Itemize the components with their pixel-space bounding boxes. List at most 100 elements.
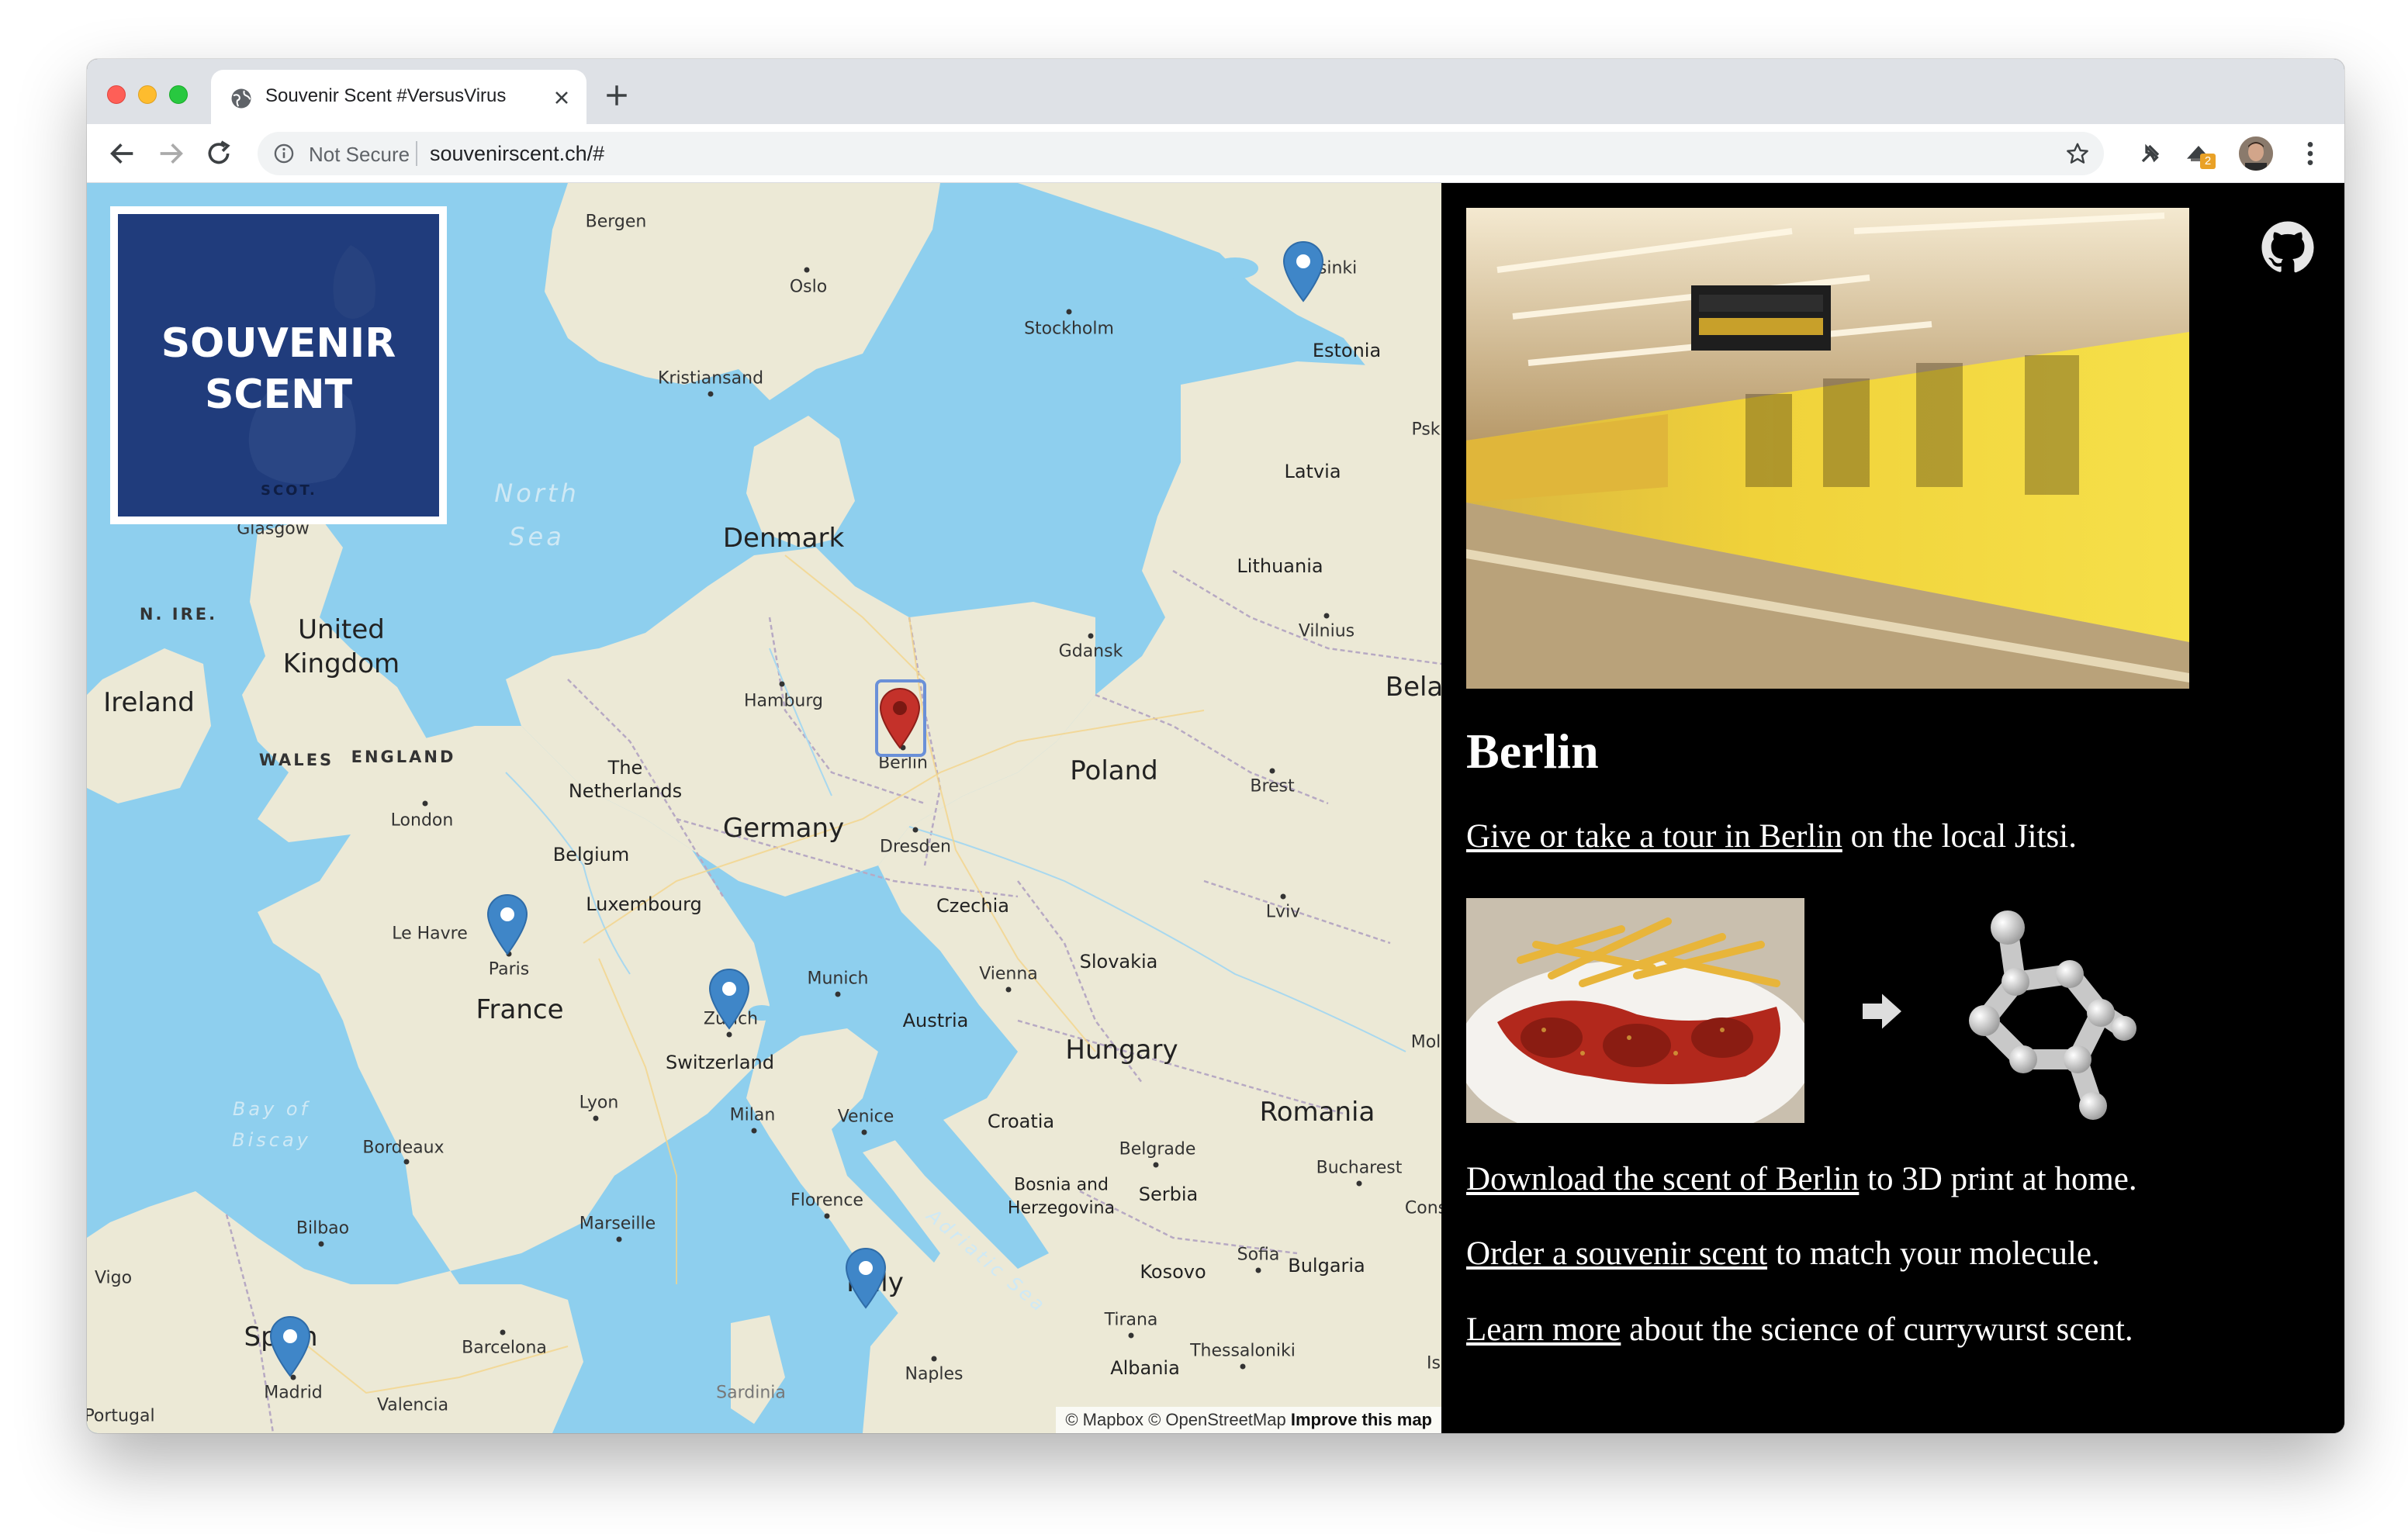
city-dot-gdansk [1088, 633, 1094, 639]
learn-text: about the science of currywurst scent. [1621, 1311, 2133, 1348]
address-bar[interactable]: Not Secure souvenirscent.ch/# [258, 132, 2104, 175]
country-label-germany: Germany [722, 813, 845, 844]
zoom-window-button[interactable] [169, 85, 188, 104]
tour-paragraph: Give or take a tour in Berlin on the loc… [1466, 817, 2077, 855]
pin-extension-icon[interactable] [2135, 138, 2166, 169]
extension-with-badge[interactable]: 2 [2183, 138, 2216, 169]
city-dot-stockholm [1066, 309, 1072, 315]
city-dot-bucharest [1356, 1180, 1362, 1187]
download-link[interactable]: Download the scent of Berlin [1466, 1161, 1859, 1197]
city-label-oslo: Oslo [789, 277, 828, 297]
close-tab-icon[interactable] [551, 87, 573, 109]
tab-title: Souvenir Scent #VersusVirus [265, 85, 507, 106]
map-pin-spain[interactable] [269, 1315, 311, 1377]
city-dot-kristiansand [708, 391, 714, 397]
country-label-kosovo: Kosovo [1140, 1261, 1206, 1283]
mapbox-credit[interactable]: © Mapbox [1065, 1410, 1143, 1429]
city-dot-bordeaux [403, 1159, 410, 1165]
city-dot-london [422, 800, 428, 807]
country-label-ireland: Ireland [103, 687, 195, 718]
logo-map-fragment: SCOT. [261, 482, 317, 499]
new-tab-icon[interactable] [604, 82, 630, 109]
back-arrow-icon[interactable] [107, 138, 138, 169]
city-label-bergen: Bergen [585, 212, 647, 232]
city-dot-thessaloniki [1240, 1363, 1246, 1370]
map-attribution: © Mapbox © OpenStreetMap Improve this ma… [1056, 1407, 1441, 1433]
souvenir-scent-logo[interactable]: SOUVENIR SCENT SCOT. [110, 206, 447, 524]
logo-line-2: SCENT [204, 371, 353, 418]
city-label-valencia: Valencia [376, 1395, 449, 1415]
forward-arrow-icon[interactable] [155, 138, 186, 169]
city-label-venice: Venice [837, 1107, 894, 1127]
osm-credit[interactable]: © OpenStreetMap [1148, 1410, 1286, 1429]
city-title: Berlin [1466, 724, 1599, 779]
minimize-window-button[interactable] [138, 85, 157, 104]
country-label-romania: Romania [1259, 1097, 1375, 1128]
reload-icon[interactable] [203, 138, 234, 169]
currywurst-image [1466, 898, 1804, 1123]
address-divider [416, 141, 417, 166]
city-label-vienna: Vienna [979, 964, 1038, 984]
city-dot-sofia [1255, 1267, 1261, 1273]
order-paragraph: Order a souvenir scent to match your mol… [1466, 1235, 2100, 1273]
close-window-button[interactable] [107, 85, 126, 104]
city-dot-zurich [726, 1031, 732, 1038]
country-label-hungary: Hungary [1065, 1035, 1178, 1066]
city-dot-venice [861, 1129, 867, 1135]
improve-map-link[interactable]: Improve this map [1291, 1410, 1432, 1429]
info-icon[interactable] [273, 143, 295, 164]
city-label-kristiansand: Kristiansand [657, 368, 764, 389]
order-link[interactable]: Order a souvenir scent [1466, 1235, 1767, 1272]
download-text: to 3D print at home. [1859, 1161, 2137, 1197]
europe-map[interactable]: North Sea Bay of Biscay Adriatic Sea N. … [87, 183, 1441, 1433]
city-label-sofia: Sofia [1237, 1245, 1280, 1265]
city-dot-milan [751, 1128, 757, 1134]
city-dot-bilbao [318, 1241, 324, 1247]
url-text[interactable]: souvenirscent.ch/# [430, 142, 604, 166]
city-label-sardinia: Sardinia [716, 1383, 786, 1403]
city-label-vigo: Vigo [94, 1268, 133, 1288]
map-pin-zurich[interactable] [708, 968, 750, 1030]
country-label-uk-2: Kingdom [282, 648, 400, 679]
city-dot-barcelona [500, 1329, 506, 1335]
country-label-serbia: Serbia [1138, 1183, 1199, 1205]
tour-link[interactable]: Give or take a tour in Berlin [1466, 818, 1842, 855]
kebab-menu-icon[interactable] [2295, 138, 2326, 169]
country-label-bosnia-1: Bosnia and [1014, 1175, 1109, 1195]
sea-label-biscay: Biscay [232, 1129, 311, 1151]
map-pin-helsinki[interactable] [1282, 240, 1324, 302]
profile-avatar[interactable] [2239, 136, 2273, 171]
city-dot-belgrade [1153, 1162, 1159, 1168]
browser-tab[interactable]: Souvenir Scent #VersusVirus [211, 70, 586, 124]
city-label-florence: Florence [791, 1190, 863, 1211]
city-label-dresden: Dresden [880, 837, 951, 857]
sea-label-bay-of: Bay of [232, 1098, 311, 1120]
country-label-denmark: Denmark [722, 523, 845, 554]
city-info-panel: Berlin Give or take a tour in Berlin on … [1441, 183, 2344, 1433]
sea-label-north: North [494, 479, 580, 508]
country-label-the-netherlands-1: The [607, 757, 643, 779]
learn-paragraph: Learn more about the science of currywur… [1466, 1311, 2133, 1349]
browser-window: Souvenir Scent #VersusVirus Not Secure s… [87, 59, 2344, 1433]
country-label-bulgaria: Bulgaria [1288, 1255, 1365, 1277]
country-label-the-netherlands-2: Netherlands [568, 780, 683, 802]
order-text: to match your molecule. [1767, 1235, 2100, 1272]
learn-more-link[interactable]: Learn more [1466, 1311, 1621, 1348]
github-icon[interactable] [2261, 220, 2315, 275]
city-dot-brest [1269, 768, 1275, 774]
extension-badge: 2 [2200, 154, 2216, 169]
tab-strip: Souvenir Scent #VersusVirus [87, 59, 2344, 124]
map-pin-berlin[interactable] [879, 687, 921, 749]
city-dot-lyon [593, 1115, 599, 1121]
security-label: Not Secure [309, 143, 410, 166]
country-label-croatia: Croatia [987, 1111, 1055, 1132]
right-arrow-icon [1863, 993, 1901, 1029]
bookmark-star-icon[interactable] [2065, 141, 2090, 166]
city-label-is: Is [1427, 1353, 1441, 1373]
map-pin-paris[interactable] [486, 893, 528, 955]
city-label-munich: Munich [807, 969, 869, 989]
city-label-bilbao: Bilbao [296, 1218, 350, 1239]
molecule-3d-model[interactable] [1938, 897, 2140, 1129]
berlin-subway-photo [1466, 208, 2189, 689]
map-pin-italy[interactable] [845, 1247, 887, 1309]
